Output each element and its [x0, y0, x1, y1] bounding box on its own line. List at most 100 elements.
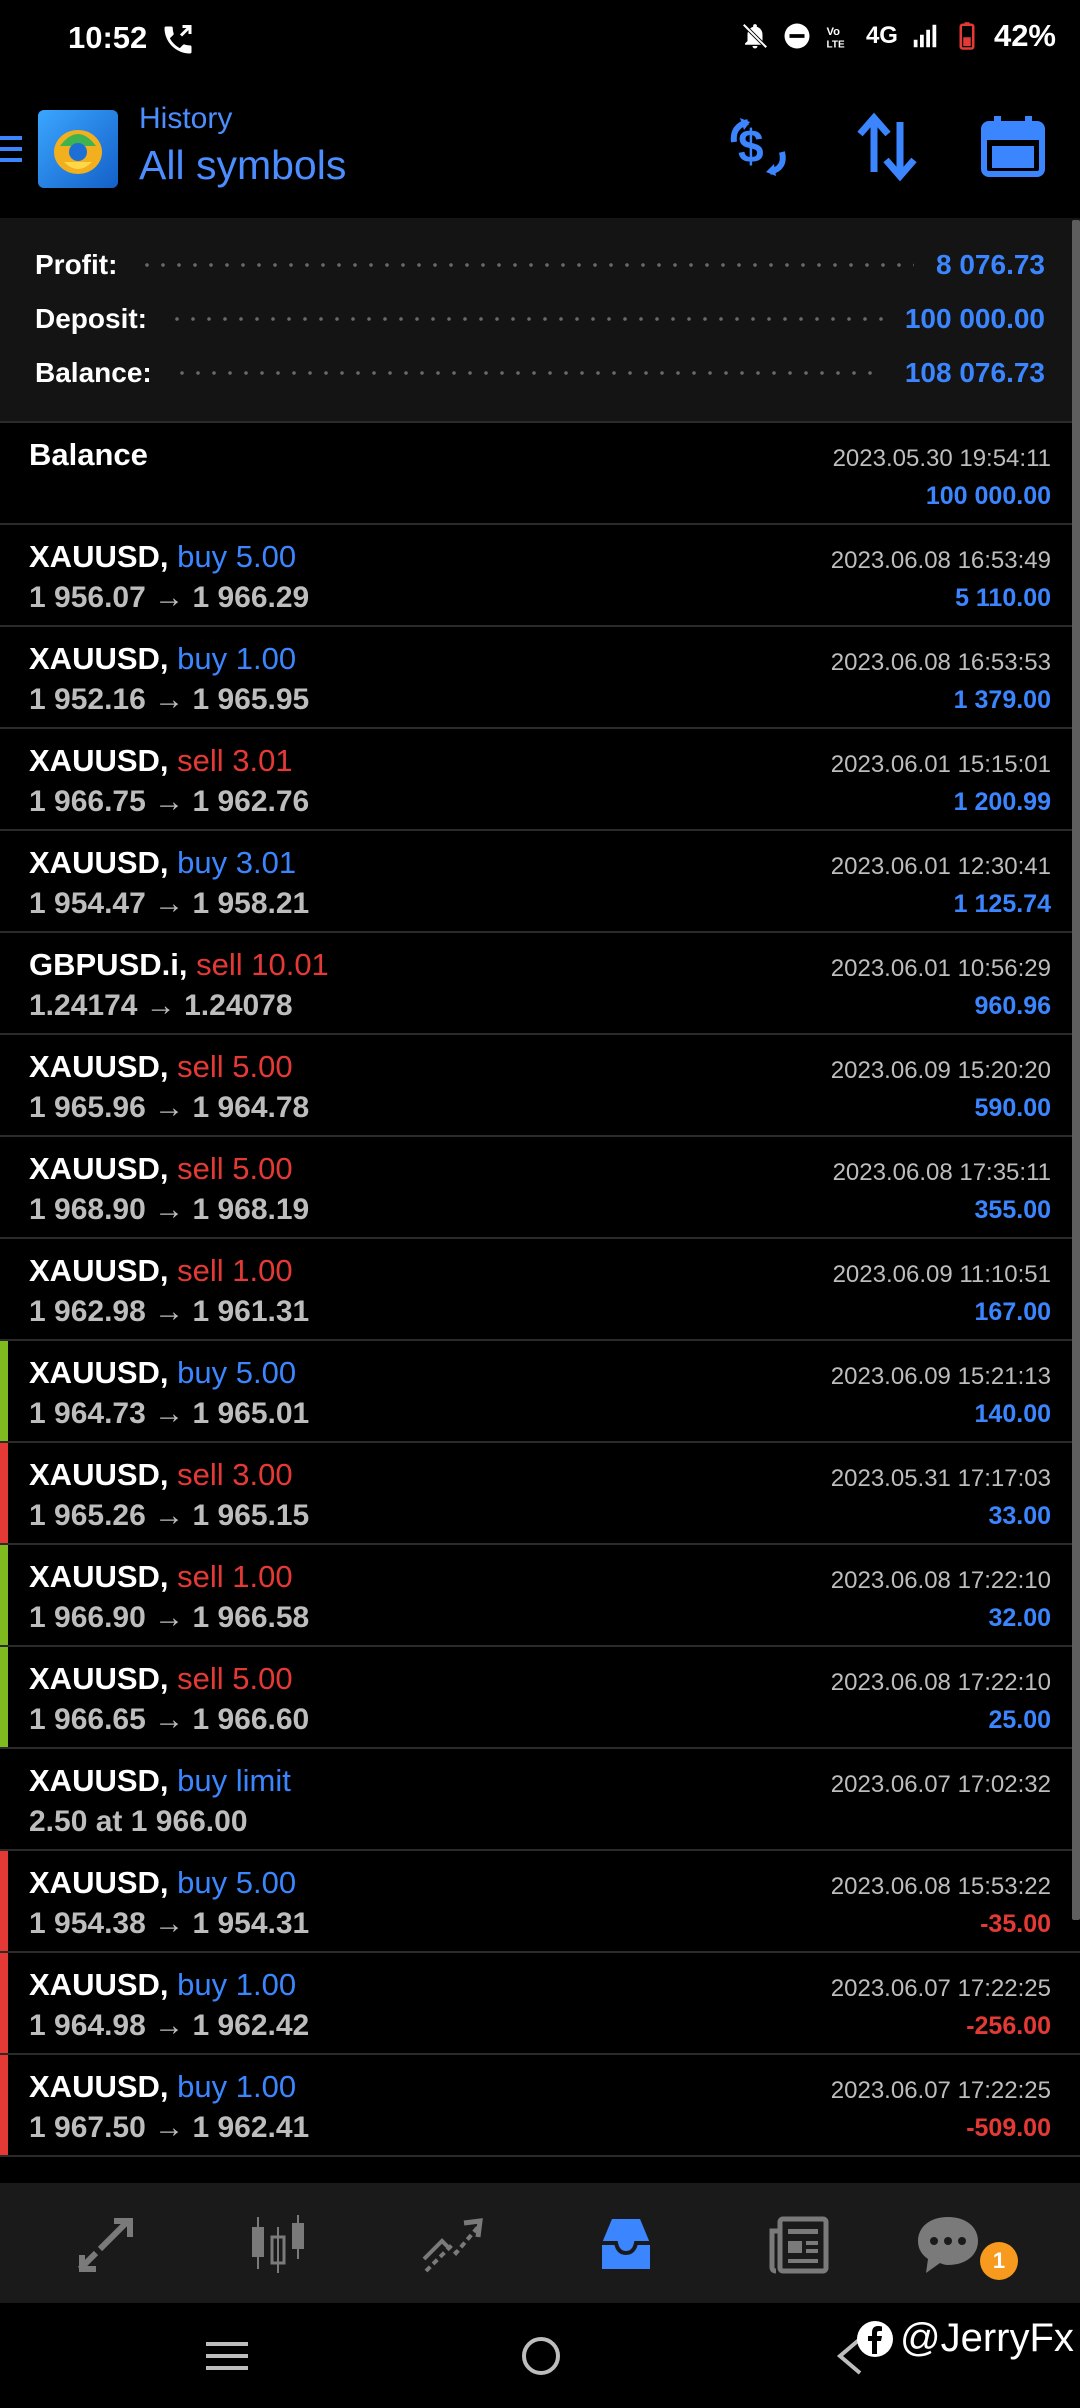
deal-profit: 25.00 [988, 1706, 1051, 1734]
deal-symbol: XAUUSD, [29, 1355, 169, 1390]
currency-exchange-icon[interactable]: $ [724, 112, 794, 182]
deal-symbol: XAUUSD, [29, 845, 169, 880]
deal-row[interactable]: XAUUSD, buy 5.00 1 954.38 → 1 954.31 2023.… [0, 1851, 1080, 1953]
summary-label: Deposit: [35, 303, 147, 334]
deal-prices: 1 965.26 → 1 965.15 [29, 1499, 310, 1532]
deal-profit: 5 110.00 [955, 584, 1051, 612]
deal-profit: -509.00 [966, 2114, 1051, 2142]
deal-symbol: XAUUSD, [29, 641, 169, 676]
deal-row[interactable]: GBPUSD.i, sell 10.01 1.24174 → 1.24078 202… [0, 933, 1080, 1035]
metatrader-logo-icon [54, 130, 102, 174]
deal-symbol: XAUUSD, [29, 1253, 169, 1288]
deal-action: sell 5.00 [177, 1151, 293, 1186]
deal-row[interactable]: XAUUSD, buy 5.00 1 956.07 → 1 966.29 2023.… [0, 525, 1080, 627]
news-icon[interactable] [768, 2213, 832, 2277]
deal-row[interactable]: XAUUSD, buy 1.00 1 952.16 → 1 965.95 2023.… [0, 627, 1080, 729]
dot-leader [139, 263, 914, 267]
app-logo[interactable] [38, 110, 118, 188]
deal-title: XAUUSD, sell 1.00 [29, 1253, 293, 1289]
recent-apps-icon[interactable] [204, 2333, 250, 2379]
history-icon[interactable] [594, 2213, 658, 2277]
battery-level: 42% [993, 18, 1056, 53]
calendar-icon[interactable] [978, 112, 1048, 182]
deal-date: 2023.05.31 17:17:03 [830, 1465, 1051, 1492]
chat-icon[interactable] [916, 2213, 980, 2277]
signal-icon [913, 24, 937, 48]
deal-symbol: XAUUSD, [29, 1763, 169, 1798]
quotes-icon[interactable] [74, 2213, 138, 2277]
deal-status-strip [0, 933, 8, 1033]
deal-date: 2023.06.01 15:15:01 [830, 751, 1051, 778]
deal-row[interactable]: XAUUSD, sell 1.00 1 966.90 → 1 966.58 2023… [0, 1545, 1080, 1647]
deal-symbol: XAUUSD, [29, 743, 169, 778]
deal-title: XAUUSD, sell 5.00 [29, 1049, 293, 1085]
deal-title: XAUUSD, buy limit [29, 1763, 291, 1799]
deal-date: 2023.06.08 15:53:22 [830, 1873, 1051, 1900]
scrollbar[interactable] [1072, 220, 1080, 1920]
deal-row[interactable]: XAUUSD, buy 1.00 1 967.50 → 1 962.41 2023.… [0, 2055, 1080, 2157]
deal-profit: -35.00 [980, 1910, 1051, 1938]
deal-action: buy 1.00 [177, 641, 297, 676]
deal-status-strip [0, 729, 8, 829]
deal-action: buy 3.01 [177, 845, 297, 880]
deal-status-strip [0, 1851, 8, 1951]
sort-icon[interactable] [852, 112, 922, 182]
deal-amount: 100 000.00 [925, 482, 1051, 510]
deal-date: 2023.06.08 16:53:53 [830, 649, 1051, 676]
deal-title: XAUUSD, sell 3.00 [29, 1457, 293, 1493]
summary-deposit: Deposit: 100 000.00 [35, 299, 1045, 339]
symbol-filter[interactable]: All symbols [139, 142, 346, 189]
notifications-off-icon [742, 23, 768, 49]
deal-symbol: XAUUSD, [29, 1559, 169, 1594]
svg-text:Vo: Vo [826, 26, 840, 38]
deal-row[interactable]: XAUUSD, buy limit 2.50 at 1 966.00 2023.06… [0, 1749, 1080, 1851]
volte-icon: Vo LTE [826, 26, 844, 51]
deal-row[interactable]: XAUUSD, sell 3.00 1 965.26 → 1 965.15 2023… [0, 1443, 1080, 1545]
trade-icon[interactable] [420, 2213, 484, 2277]
deal-prices: 1 966.75 → 1 962.76 [29, 785, 310, 818]
deal-status-strip [0, 525, 8, 625]
deal-row[interactable]: XAUUSD, buy 5.00 1 964.73 → 1 965.01 2023.… [0, 1341, 1080, 1443]
deal-status-strip [0, 1545, 8, 1645]
deal-title: XAUUSD, buy 1.00 [29, 641, 296, 677]
deal-date: 2023.06.07 17:22:25 [830, 1975, 1051, 2002]
deal-profit: 590.00 [974, 1094, 1051, 1122]
balance-row[interactable]: Balance 2023.05.30 19:54:11 100 000.00 [0, 423, 1080, 525]
deal-status-strip [0, 1341, 8, 1441]
facebook-icon [857, 2320, 893, 2357]
deal-action: buy 5.00 [177, 1355, 297, 1390]
deal-row[interactable]: XAUUSD, buy 3.01 1 954.47 → 1 958.21 2023.… [0, 831, 1080, 933]
home-icon[interactable] [518, 2333, 564, 2379]
deal-date: 2023.06.08 17:35:11 [832, 1159, 1051, 1186]
deal-row[interactable]: XAUUSD, sell 1.00 1 962.98 → 1 961.31 2023… [0, 1239, 1080, 1341]
deal-status-strip [0, 831, 8, 931]
deal-prices: 1.24174 → 1.24078 [29, 989, 293, 1022]
deals-list[interactable]: Balance 2023.05.30 19:54:11 100 000.00 X… [0, 423, 1080, 2183]
deal-date: 2023.06.09 11:10:51 [832, 1261, 1051, 1288]
deal-row[interactable]: XAUUSD, sell 5.00 1 965.96 → 1 964.78 2023… [0, 1035, 1080, 1137]
chart-icon[interactable] [246, 2213, 310, 2277]
deal-status-strip [0, 1137, 8, 1237]
deal-action: buy 1.00 [177, 2069, 297, 2104]
battery-icon [959, 22, 975, 50]
deal-row[interactable]: XAUUSD, sell 3.01 1 966.75 → 1 962.76 2023… [0, 729, 1080, 831]
status-icons: Vo LTE 4G 42% [740, 18, 1056, 54]
deal-date: 2023.06.08 17:22:10 [830, 1567, 1051, 1594]
watermark: @JerryFx [856, 2316, 1074, 2361]
menu-icon[interactable] [0, 132, 24, 166]
deal-title: XAUUSD, buy 5.00 [29, 539, 296, 575]
dot-leader [173, 371, 883, 375]
deal-row[interactable]: XAUUSD, sell 5.00 1 968.90 → 1 968.19 2023… [0, 1137, 1080, 1239]
deal-date: 2023.05.30 19:54:11 [832, 445, 1051, 472]
deal-profit: 1 379.00 [953, 686, 1051, 714]
deal-title: XAUUSD, buy 1.00 [29, 1967, 296, 2003]
deal-title: XAUUSD, buy 5.00 [29, 1865, 296, 1901]
deal-title: XAUUSD, sell 3.01 [29, 743, 293, 779]
watermark-text: @JerryFx [900, 2316, 1074, 2360]
deal-symbol: XAUUSD, [29, 1661, 169, 1696]
deal-row[interactable]: XAUUSD, buy 1.00 1 964.98 → 1 962.42 2023.… [0, 1953, 1080, 2055]
deal-date: 2023.06.01 12:30:41 [830, 853, 1051, 880]
deal-title: XAUUSD, buy 5.00 [29, 1355, 296, 1391]
deal-row[interactable]: XAUUSD, sell 5.00 1 966.65 → 1 966.60 2023… [0, 1647, 1080, 1749]
deal-symbol: XAUUSD, [29, 1865, 169, 1900]
